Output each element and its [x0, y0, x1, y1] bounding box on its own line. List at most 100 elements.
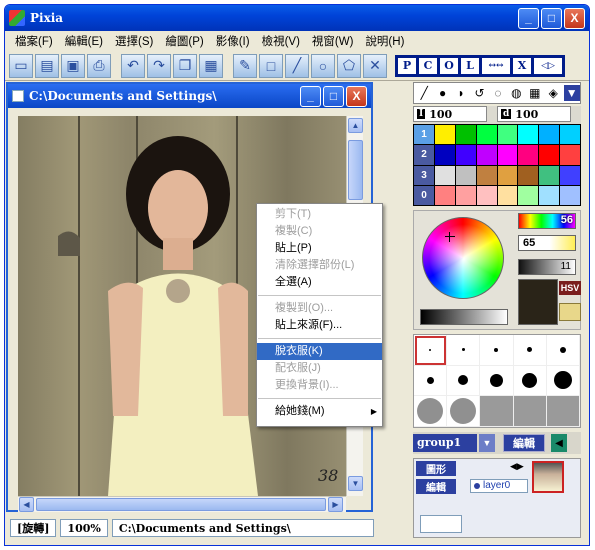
- menu-give-money[interactable]: 給她錢(M) ▶: [257, 403, 382, 420]
- palette-swatch[interactable]: [455, 185, 476, 205]
- maximize-button[interactable]: □: [541, 7, 562, 29]
- menu-copy-to[interactable]: 複製到(O)...: [257, 300, 382, 317]
- color-wheel[interactable]: [422, 217, 504, 299]
- merge-arrow-icon[interactable]: ◀: [551, 434, 567, 452]
- close-panel-icon[interactable]: X: [513, 57, 531, 74]
- palette-swatch[interactable]: [497, 145, 518, 165]
- brush-preset[interactable]: [546, 365, 580, 397]
- menu-clear-selection[interactable]: 清除選擇部份(L): [257, 257, 382, 274]
- menu-help[interactable]: 說明(H): [359, 33, 410, 49]
- rectangle-icon[interactable]: □: [259, 53, 283, 78]
- palette-swatch[interactable]: [518, 165, 539, 185]
- palette-swatch[interactable]: [560, 145, 580, 165]
- hsv-button[interactable]: HSV: [559, 281, 581, 295]
- palette-swatch[interactable]: [497, 165, 518, 185]
- brush-preset[interactable]: [513, 396, 547, 427]
- palette-swatch[interactable]: [518, 145, 539, 165]
- swap-arrows-icon[interactable]: ◁▷: [534, 57, 562, 74]
- pcol-p-button[interactable]: P: [398, 57, 416, 74]
- group-edit-button[interactable]: 編輯: [503, 434, 545, 452]
- palette-swatch[interactable]: [518, 185, 539, 205]
- brush-preset[interactable]: [414, 335, 448, 366]
- brush-preset[interactable]: [447, 335, 481, 366]
- redo-icon[interactable]: ↷: [147, 53, 171, 78]
- color-palette[interactable]: 1230: [413, 124, 581, 206]
- menu-cut[interactable]: 剪下(T): [257, 206, 382, 223]
- scroll-left-icon[interactable]: ◀: [19, 497, 34, 512]
- brush-preset[interactable]: [447, 396, 481, 427]
- gray-gradient-bar[interactable]: [420, 309, 508, 325]
- hue-slider[interactable]: 56: [518, 213, 576, 229]
- pcol-l-button[interactable]: L: [461, 57, 479, 74]
- palette-row-index[interactable]: 1: [414, 125, 434, 145]
- layer-row[interactable]: layer0: [470, 479, 528, 493]
- scroll-down-icon[interactable]: ▼: [348, 476, 363, 491]
- menu-select-all[interactable]: 全選(A): [257, 274, 382, 291]
- menu-view[interactable]: 檢視(V): [256, 33, 306, 49]
- horizontal-scrollbar[interactable]: ◀ ▶: [18, 496, 346, 512]
- scroll-up-icon[interactable]: ▲: [348, 118, 363, 133]
- copy-icon[interactable]: ❐: [173, 53, 197, 78]
- palette-row-index[interactable]: 0: [414, 185, 434, 205]
- blur-icon[interactable]: ◍: [508, 85, 524, 101]
- menu-edit[interactable]: 編輯(E): [59, 33, 109, 49]
- palette-swatch[interactable]: [539, 185, 560, 205]
- layer-thumbnail[interactable]: [532, 461, 564, 493]
- brush-preset[interactable]: [447, 365, 481, 397]
- doc-maximize-button[interactable]: □: [323, 85, 344, 107]
- horizontal-scroll-thumb[interactable]: [36, 498, 326, 511]
- airbrush-icon[interactable]: ◌: [490, 85, 506, 101]
- menu-undress[interactable]: 脫衣服(K): [257, 343, 382, 360]
- fill-icon[interactable]: ◗: [453, 85, 469, 101]
- curve-icon[interactable]: ↺: [471, 85, 487, 101]
- palette-swatch[interactable]: [560, 185, 580, 205]
- brush-preset[interactable]: [513, 365, 547, 397]
- layer-edit-button[interactable]: 編輯: [416, 479, 456, 494]
- palette-swatch[interactable]: [518, 125, 539, 145]
- lightness-slider[interactable]: 11: [518, 259, 576, 275]
- layer-nav-arrows[interactable]: ◀▶: [510, 461, 524, 472]
- palette-swatch[interactable]: [539, 125, 560, 145]
- close-button[interactable]: X: [564, 7, 585, 29]
- group-select[interactable]: group1: [413, 434, 477, 452]
- save-icon[interactable]: ▣: [61, 53, 85, 78]
- stamp-icon[interactable]: ▦: [527, 85, 543, 101]
- pcol-c-button[interactable]: C: [419, 57, 437, 74]
- brush-size-field[interactable]: I 100: [413, 106, 487, 122]
- menu-file[interactable]: 檔案(F): [9, 33, 59, 49]
- menu-select[interactable]: 選擇(S): [109, 33, 159, 49]
- new-file-icon[interactable]: ▭: [9, 53, 33, 78]
- palette-swatch[interactable]: [539, 145, 560, 165]
- bucket-icon[interactable]: ◈: [545, 85, 561, 101]
- menu-dress[interactable]: 配衣服(J): [257, 360, 382, 377]
- polygon-icon[interactable]: ⬠: [337, 53, 361, 78]
- folder-icon[interactable]: [559, 303, 581, 321]
- opacity-field[interactable]: d 100: [497, 106, 571, 122]
- ellipse-icon[interactable]: ○: [311, 53, 335, 78]
- eraser-icon[interactable]: ✎: [233, 53, 257, 78]
- palette-swatch[interactable]: [476, 125, 497, 145]
- palette-swatch[interactable]: [435, 185, 455, 205]
- palette-row-index[interactable]: 3: [414, 165, 434, 185]
- menu-window[interactable]: 視窗(W): [306, 33, 360, 49]
- palette-swatch[interactable]: [435, 125, 455, 145]
- brush-preset[interactable]: [513, 335, 547, 366]
- layer-blank-box[interactable]: [420, 515, 462, 533]
- palette-swatch[interactable]: [476, 165, 497, 185]
- menu-paste-from[interactable]: 貼上來源(F)...: [257, 317, 382, 334]
- saturation-field[interactable]: 65: [518, 235, 576, 251]
- menu-draw[interactable]: 繪圖(P): [159, 33, 209, 49]
- palette-swatch[interactable]: [497, 185, 518, 205]
- brush-preset[interactable]: [414, 396, 448, 427]
- line-icon[interactable]: ╱: [285, 53, 309, 78]
- doc-minimize-button[interactable]: _: [300, 85, 321, 107]
- layer-shape-button[interactable]: 圖形: [416, 461, 456, 476]
- palette-swatch[interactable]: [476, 185, 497, 205]
- scroll-right-icon[interactable]: ▶: [328, 497, 343, 512]
- palette-swatch[interactable]: [497, 125, 518, 145]
- menu-copy[interactable]: 複製(C): [257, 223, 382, 240]
- brush-preset[interactable]: [546, 396, 580, 427]
- palette-swatch[interactable]: [435, 165, 455, 185]
- brush-preset[interactable]: [414, 365, 448, 397]
- palette-row-index[interactable]: 2: [414, 145, 434, 165]
